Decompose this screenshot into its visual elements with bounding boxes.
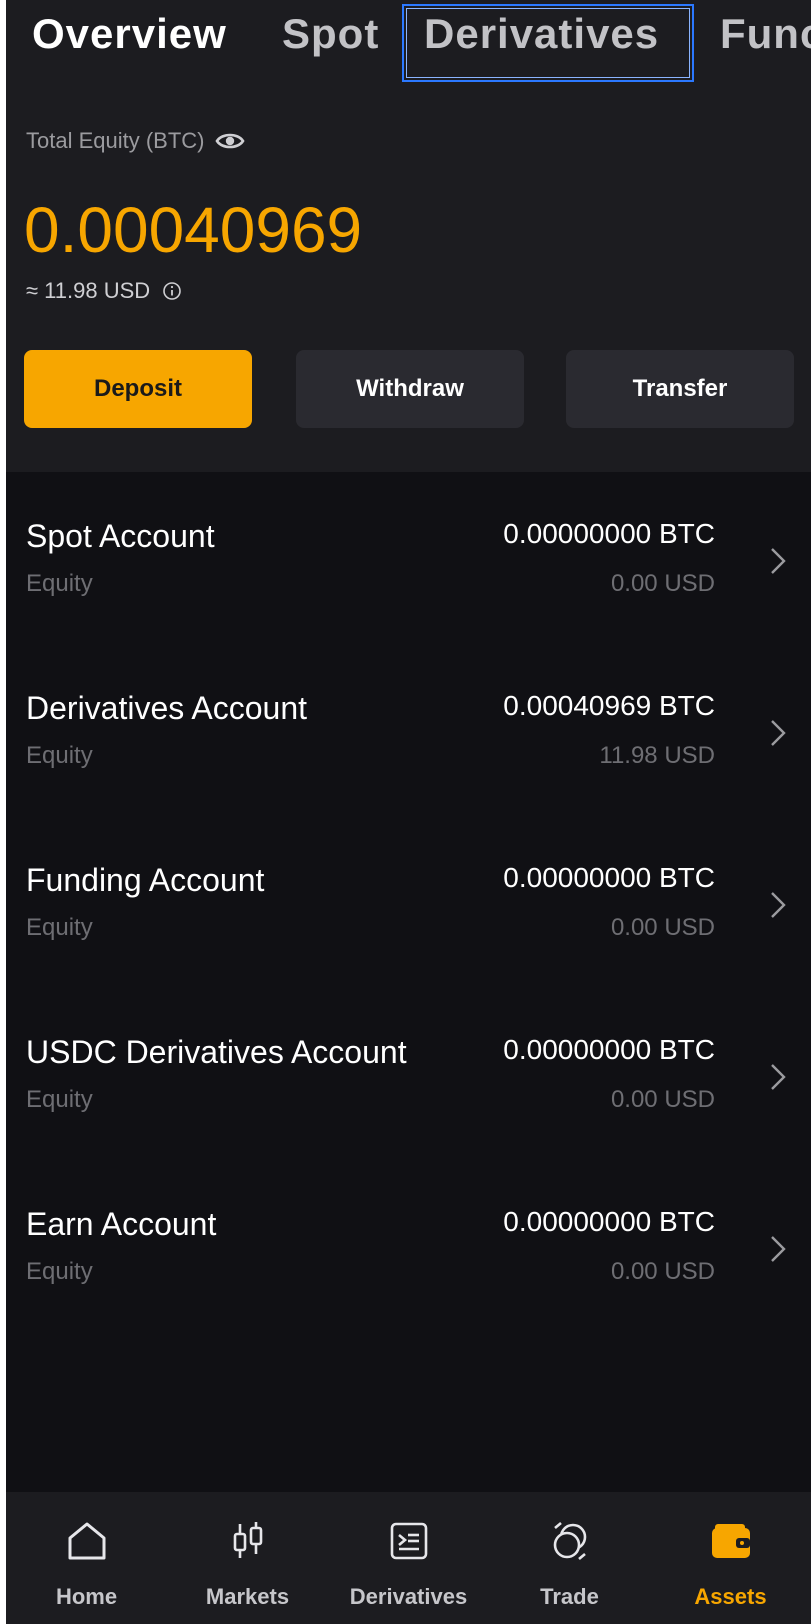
candlestick-icon [233, 1522, 262, 1558]
total-equity-label: Total Equity (BTC) [26, 128, 245, 154]
deposit-button[interactable]: Deposit [24, 350, 252, 428]
account-btc-value: 0.00000000 BTC [503, 1034, 715, 1065]
tab-overview[interactable]: Overview [32, 10, 227, 58]
nav-label: Derivatives [349, 1584, 468, 1609]
tab-funding[interactable]: Func [720, 10, 811, 58]
total-equity-label-text: Total Equity (BTC) [26, 128, 205, 153]
account-name: USDC Derivatives Account [26, 1034, 407, 1070]
account-name: Earn Account [26, 1206, 217, 1242]
info-icon[interactable] [162, 281, 182, 301]
account-usd-value: 0.00 USD [610, 570, 715, 597]
nav-trade[interactable]: Trade [489, 1492, 650, 1624]
withdraw-button[interactable]: Withdraw [296, 350, 524, 428]
account-sub-label: Equity [26, 742, 93, 769]
account-btc-value: 0.00040969 BTC [503, 690, 715, 721]
assets-screen: Overview Spot Derivatives Func Total Equ… [6, 0, 811, 1624]
account-btc-value: 0.00000000 BTC [503, 862, 715, 893]
account-usd-value: 0.00 USD [610, 1086, 715, 1113]
account-usd-value: 0.00 USD [610, 914, 715, 941]
account-row-earn[interactable]: Earn Account Equity 0.00000000 BTC 0.00 … [6, 1188, 811, 1328]
account-sub-label: Equity [26, 1258, 93, 1285]
account-sub-label: Equity [26, 570, 93, 597]
derivatives-icon [390, 1522, 427, 1560]
account-btc-value: 0.00000000 BTC [503, 518, 715, 549]
account-usd-value: 11.98 USD [599, 742, 715, 769]
account-row-funding[interactable]: Funding Account Equity 0.00000000 BTC 0.… [6, 844, 811, 984]
wallet-icon [711, 1524, 750, 1558]
chevron-right-icon [771, 1064, 786, 1090]
nav-label: Markets [205, 1584, 290, 1609]
nav-label: Trade [540, 1584, 599, 1609]
chevron-right-icon [771, 892, 786, 918]
nav-markets[interactable]: Markets [167, 1492, 328, 1624]
transfer-button[interactable]: Transfer [566, 350, 794, 428]
nav-derivatives[interactable]: Derivatives [328, 1492, 489, 1624]
tab-spot[interactable]: Spot [282, 10, 379, 58]
account-name: Derivatives Account [26, 690, 308, 726]
bottom-nav: Home Markets Derivatives Trade Assets [6, 1492, 811, 1624]
nav-assets[interactable]: Assets [650, 1492, 811, 1624]
account-btc-value: 0.00000000 BTC [503, 1206, 715, 1237]
assets-summary-panel: Overview Spot Derivatives Func Total Equ… [6, 0, 811, 472]
chevron-right-icon [771, 720, 786, 746]
nav-label: Assets [694, 1584, 767, 1609]
total-equity-value: 0.00040969 [24, 194, 363, 266]
account-usd-value: 0.00 USD [610, 1258, 715, 1285]
chevron-right-icon [771, 548, 786, 574]
home-icon [68, 1522, 105, 1560]
account-sub-label: Equity [26, 914, 93, 941]
account-name: Spot Account [26, 518, 215, 554]
nav-home[interactable]: Home [6, 1492, 167, 1624]
account-sub-label: Equity [26, 1086, 93, 1113]
nav-label: Home [55, 1584, 118, 1609]
account-row-derivatives[interactable]: Derivatives Account Equity 0.00040969 BT… [6, 672, 811, 812]
eye-icon[interactable] [214, 131, 245, 151]
trade-icon [553, 1522, 586, 1560]
account-row-usdc-derivatives[interactable]: USDC Derivatives Account Equity 0.000000… [6, 1016, 811, 1156]
usd-equivalent: ≈ 11.98 USD [26, 278, 182, 304]
account-row-spot[interactable]: Spot Account Equity 0.00000000 BTC 0.00 … [6, 500, 811, 640]
usd-equivalent-text: ≈ 11.98 USD [26, 278, 151, 303]
account-name: Funding Account [26, 862, 265, 898]
chevron-right-icon [771, 1236, 786, 1262]
tab-derivatives-highlight [402, 4, 694, 82]
